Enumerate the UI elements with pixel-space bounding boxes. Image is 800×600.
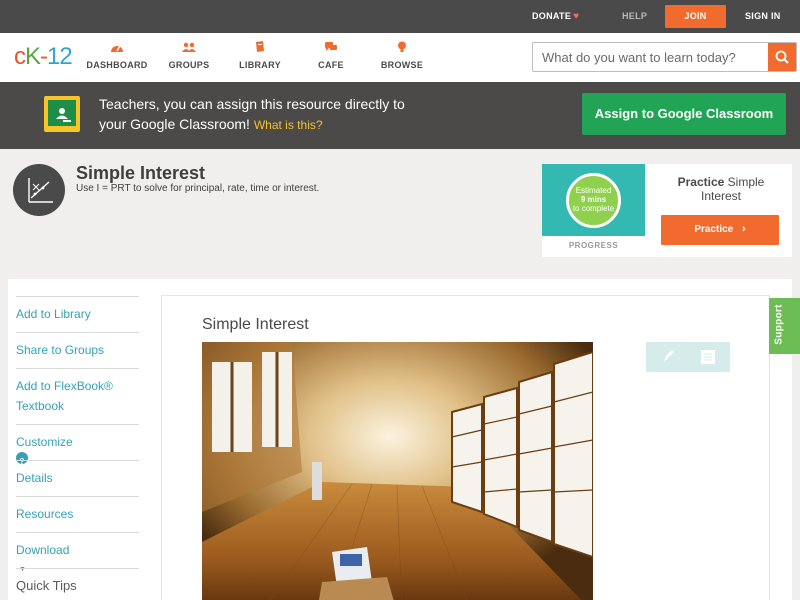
search-icon — [775, 50, 789, 64]
classroom-message: Teachers, you can assign this resource d… — [99, 94, 519, 135]
sidebar-item-label: Quick Tips — [16, 578, 77, 593]
nav-library-label: LIBRARY — [239, 60, 281, 70]
sidebar-share-to-groups[interactable]: Share to Groups — [16, 332, 139, 368]
main-nav: cK-12 DASHBOARD GROUPS LIBRARY CAFE BROW… — [0, 33, 800, 82]
groups-icon — [182, 42, 196, 52]
practice-button[interactable]: Practice › — [661, 215, 779, 245]
search-bar — [532, 42, 797, 72]
donate-link[interactable]: DONATE ♥ — [532, 0, 579, 33]
nav-cafe-label: CAFE — [318, 60, 344, 70]
support-label: Support — [773, 304, 785, 345]
nav-cafe[interactable]: CAFE — [291, 41, 371, 70]
nav-browse-label: BROWSE — [380, 60, 424, 70]
chevron-right-icon: › — [742, 223, 746, 235]
article-title: Simple Interest — [202, 316, 309, 333]
lightbulb-icon — [398, 41, 406, 52]
logo-c: c — [14, 43, 26, 70]
to-complete-label: to complete — [572, 204, 615, 213]
practice-button-label: Practice — [694, 224, 734, 235]
left-sidebar: Add to Library Share to Groups Add to Fl… — [8, 279, 151, 600]
support-tab[interactable]: Support — [769, 298, 800, 354]
nav-groups-label: GROUPS — [168, 60, 210, 70]
logo-dash: - — [40, 43, 48, 70]
nav-dashboard[interactable]: DASHBOARD — [77, 41, 157, 70]
google-classroom-icon — [44, 96, 80, 132]
notes-icon[interactable] — [701, 350, 715, 364]
article-image — [202, 342, 593, 600]
top-utility-bar: DONATE ♥ HELP JOIN SIGN IN — [0, 0, 800, 33]
library-icon — [256, 41, 264, 52]
logo-number: 12 — [47, 43, 73, 70]
nav-dashboard-label: DASHBOARD — [86, 60, 148, 70]
sidebar-add-to-library[interactable]: Add to Library — [16, 296, 139, 332]
concept-title: Simple Interest — [76, 163, 206, 183]
google-classroom-banner: Teachers, you can assign this resource d… — [0, 82, 800, 149]
sidebar-item-label: Add to Library — [16, 307, 91, 321]
classroom-text-line1: Teachers, you can assign this resource d… — [99, 96, 405, 112]
estimated-time-ring: Estimated 9 mins to complete — [566, 173, 621, 228]
sidebar-item-label: Details — [16, 471, 53, 485]
nav-groups[interactable]: GROUPS — [149, 41, 229, 70]
practice-title-bold: Practice — [677, 175, 725, 189]
ck12-logo[interactable]: cK-12 — [14, 43, 73, 71]
heart-icon: ♥ — [573, 11, 580, 22]
what-is-this-link[interactable]: What is this? — [254, 118, 323, 132]
practice-card: Estimated 9 mins to complete PROGRESS Pr… — [542, 164, 792, 257]
help-link[interactable]: HELP — [622, 0, 647, 33]
article-tools — [646, 342, 730, 372]
sidebar-customize[interactable]: Customize ? — [16, 424, 139, 466]
sidebar-quick-tips[interactable]: Quick Tips — [16, 568, 139, 600]
concept-subtitle: Use I = PRT to solve for principal, rate… — [76, 183, 320, 194]
graph-icon — [28, 178, 53, 203]
classroom-text-line2: your Google Classroom! — [99, 116, 250, 132]
sidebar-item-label: Download — [16, 543, 70, 557]
cafe-icon — [325, 42, 337, 51]
progress-label: PROGRESS — [568, 241, 619, 250]
nav-library[interactable]: LIBRARY — [220, 41, 300, 70]
empty-room-photo — [202, 342, 593, 600]
sidebar-item-label: Share to Groups — [16, 343, 105, 357]
nav-browse[interactable]: BROWSE — [362, 41, 442, 70]
practice-title: Practice Simple Interest — [665, 175, 777, 203]
donate-label: DONATE — [532, 11, 572, 21]
main-content: Simple Interest — [151, 279, 792, 600]
sidebar-download[interactable]: Download ▼ — [16, 532, 139, 573]
dashboard-icon — [111, 45, 123, 52]
sidebar-details[interactable]: Details — [16, 460, 139, 496]
practice-progress-graphic: Estimated 9 mins to complete — [542, 164, 645, 236]
sidebar-item-label: Add to FlexBook® Textbook — [16, 379, 113, 413]
article-panel: Simple Interest — [161, 295, 770, 600]
sidebar-resources[interactable]: Resources — [16, 496, 139, 532]
search-input[interactable] — [533, 43, 769, 71]
estimated-label: Estimated — [575, 186, 612, 195]
assign-to-google-classroom-button[interactable]: Assign to Google Classroom — [582, 93, 786, 135]
sign-in-link[interactable]: SIGN IN — [745, 0, 781, 33]
search-button[interactable] — [768, 43, 796, 71]
estimated-mins: 9 mins — [580, 195, 607, 204]
join-button[interactable]: JOIN — [665, 5, 726, 28]
sidebar-add-to-flexbook[interactable]: Add to FlexBook® Textbook — [16, 368, 139, 424]
concept-icon — [13, 164, 65, 216]
sidebar-item-label: Resources — [16, 507, 74, 521]
logo-k: K — [25, 43, 41, 70]
pencil-icon[interactable] — [664, 350, 674, 362]
sidebar-item-label: Customize — [16, 435, 73, 449]
